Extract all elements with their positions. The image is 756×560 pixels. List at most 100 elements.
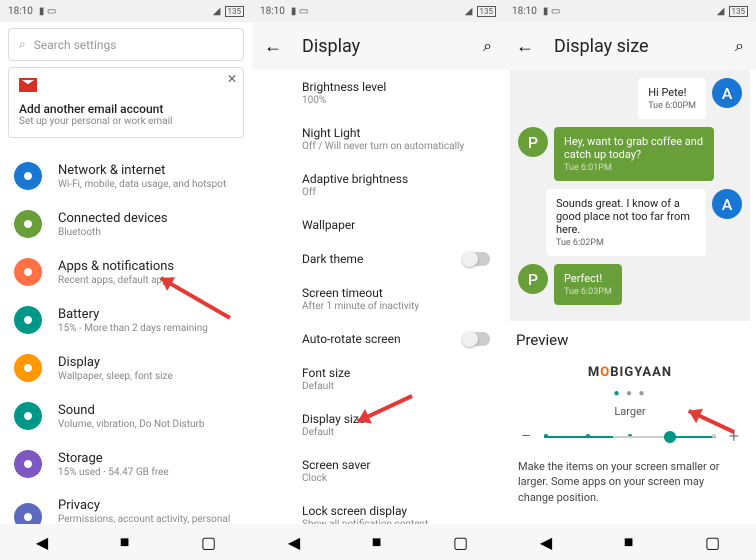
display-size-screen: 18:10▮ ▭ ◢135 ← Display size ⌕ AHi Pete!… bbox=[504, 0, 756, 560]
item-sub: Volume, vibration, Do Not Disturb bbox=[58, 419, 238, 430]
add-email-card[interactable]: ✕ Add another email account Set up your … bbox=[8, 67, 244, 138]
item-title: Connected devices bbox=[58, 211, 238, 226]
notif-icon: ▮ ▭ bbox=[543, 6, 560, 17]
nav-bar: ◀ ■ ▢ bbox=[252, 524, 504, 560]
settings-item-battery[interactable]: Battery15% - More than 2 days remaining bbox=[0, 296, 252, 344]
message-bubble: Perfect!Tue 6:03PM bbox=[554, 264, 622, 305]
watermark: MOBIGYAAN bbox=[504, 359, 756, 386]
search-icon[interactable]: ⌕ bbox=[483, 36, 492, 56]
chat-message: AHi Pete!Tue 6:00PM bbox=[518, 78, 742, 119]
message-time: Tue 6:00PM bbox=[648, 101, 696, 111]
item-title: Adaptive brightness bbox=[302, 172, 490, 186]
status-bar: 18:10▮ ▭ ◢135 bbox=[252, 0, 504, 22]
close-icon[interactable]: ✕ bbox=[227, 72, 237, 86]
back-icon[interactable]: ← bbox=[516, 36, 534, 57]
slider-label: Larger bbox=[504, 401, 756, 422]
search-icon: ⌕ bbox=[19, 37, 26, 52]
recent-nav-icon[interactable]: ▢ bbox=[705, 533, 720, 552]
item-title: Screen saver bbox=[302, 458, 490, 472]
notif-icon: ▮ ▭ bbox=[39, 6, 56, 17]
display-item-brightness-level[interactable]: Brightness level100% bbox=[302, 70, 504, 116]
home-nav-icon[interactable]: ■ bbox=[120, 532, 130, 552]
display-list: Brightness level100%Night LightOff / Wil… bbox=[252, 70, 504, 560]
item-title: Lock screen display bbox=[302, 504, 490, 518]
settings-item-display[interactable]: DisplayWallpaper, sleep, font size bbox=[0, 344, 252, 392]
settings-item-sound[interactable]: SoundVolume, vibration, Do Not Disturb bbox=[0, 392, 252, 440]
back-nav-icon[interactable]: ◀ bbox=[288, 533, 300, 552]
home-nav-icon[interactable]: ■ bbox=[624, 532, 634, 552]
recent-nav-icon[interactable]: ▢ bbox=[201, 533, 216, 552]
settings-icon bbox=[14, 354, 42, 382]
app-bar: ← Display size ⌕ bbox=[504, 22, 756, 70]
message-time: Tue 6:01PM bbox=[564, 163, 704, 173]
slider-thumb[interactable] bbox=[664, 431, 676, 443]
item-sub: Recent apps, default apps bbox=[58, 275, 238, 286]
settings-item-network-internet[interactable]: Network & internetWi-Fi, mobile, data us… bbox=[0, 152, 252, 200]
status-time: 18:10 bbox=[8, 6, 33, 17]
preview-label: Preview bbox=[504, 321, 756, 359]
home-nav-icon[interactable]: ■ bbox=[372, 532, 382, 552]
message-bubble: Hi Pete!Tue 6:00PM bbox=[638, 78, 706, 119]
item-sub: Off / Will never turn on automatically bbox=[302, 141, 490, 152]
app-bar: ← Display ⌕ bbox=[252, 22, 504, 70]
email-card-sub: Set up your personal or work email bbox=[19, 116, 233, 127]
toggle-switch[interactable] bbox=[462, 332, 490, 346]
settings-icon bbox=[14, 402, 42, 430]
item-sub: Wi-Fi, mobile, data usage, and hotspot bbox=[58, 179, 238, 190]
size-slider[interactable] bbox=[544, 436, 716, 438]
battery-icon: 135 bbox=[729, 6, 749, 17]
item-sub: Off bbox=[302, 187, 490, 198]
display-item-screen-saver[interactable]: Screen saverClock bbox=[302, 448, 504, 494]
message-time: Tue 6:03PM bbox=[564, 287, 612, 297]
recent-nav-icon[interactable]: ▢ bbox=[453, 533, 468, 552]
gmail-icon bbox=[19, 78, 37, 92]
avatar: A bbox=[712, 189, 742, 219]
item-sub: Clock bbox=[302, 473, 490, 484]
battery-icon: 135 bbox=[225, 6, 245, 17]
display-item-wallpaper[interactable]: Wallpaper bbox=[302, 208, 504, 242]
wifi-icon: ◢ bbox=[717, 6, 725, 17]
chat-message: PHey, want to grab coffee and catch up t… bbox=[518, 127, 742, 181]
item-title: Sound bbox=[58, 403, 238, 418]
settings-item-storage[interactable]: Storage15% used · 54.47 GB free bbox=[0, 440, 252, 488]
notif-icon: ▮ ▭ bbox=[291, 6, 308, 17]
message-bubble: Sounds great. I know of a good place not… bbox=[546, 189, 706, 256]
nav-bar: ◀ ■ ▢ bbox=[0, 524, 252, 560]
page-title: Display bbox=[302, 36, 463, 57]
wifi-icon: ◢ bbox=[465, 6, 473, 17]
display-item-dark-theme[interactable]: Dark theme bbox=[302, 242, 504, 276]
settings-icon bbox=[14, 306, 42, 334]
item-title: Brightness level bbox=[302, 80, 490, 94]
display-settings-screen: 18:10▮ ▭ ◢135 ← Display ⌕ Brightness lev… bbox=[252, 0, 504, 560]
settings-main-screen: 18:10 ▮ ▭ ◢ 135 ⌕ Search settings ✕ Add an… bbox=[0, 0, 252, 560]
search-icon[interactable]: ⌕ bbox=[735, 36, 744, 56]
avatar: P bbox=[518, 264, 548, 294]
back-nav-icon[interactable]: ◀ bbox=[36, 533, 48, 552]
decrease-button[interactable]: − bbox=[518, 426, 534, 447]
display-item-adaptive-brightness[interactable]: Adaptive brightnessOff bbox=[302, 162, 504, 208]
settings-item-apps-notifications[interactable]: Apps & notificationsRecent apps, default… bbox=[0, 248, 252, 296]
message-time: Tue 6:02PM bbox=[556, 238, 696, 248]
back-nav-icon[interactable]: ◀ bbox=[540, 533, 552, 552]
display-item-auto-rotate-screen[interactable]: Auto-rotate screen bbox=[302, 322, 504, 356]
item-title: Apps & notifications bbox=[58, 259, 238, 274]
display-item-display-size[interactable]: Display sizeDefault bbox=[302, 402, 504, 448]
status-time: 18:10 bbox=[512, 6, 537, 17]
item-sub: Wallpaper, sleep, font size bbox=[58, 371, 238, 382]
back-icon[interactable]: ← bbox=[264, 36, 282, 57]
display-item-screen-timeout[interactable]: Screen timeoutAfter 1 minute of inactivi… bbox=[302, 276, 504, 322]
search-settings-input[interactable]: ⌕ Search settings bbox=[8, 28, 244, 61]
display-item-night-light[interactable]: Night LightOff / Will never turn on auto… bbox=[302, 116, 504, 162]
avatar: A bbox=[712, 78, 742, 108]
toggle-switch[interactable] bbox=[462, 252, 490, 266]
settings-item-connected-devices[interactable]: Connected devicesBluetooth bbox=[0, 200, 252, 248]
item-title: Font size bbox=[302, 366, 490, 380]
wifi-icon: ◢ bbox=[213, 6, 221, 17]
item-sub: 15% - More than 2 days remaining bbox=[58, 323, 238, 334]
display-item-font-size[interactable]: Font sizeDefault bbox=[302, 356, 504, 402]
item-title: Display bbox=[58, 355, 238, 370]
item-title: Wallpaper bbox=[302, 218, 490, 232]
battery-icon: 135 bbox=[477, 6, 497, 17]
search-placeholder: Search settings bbox=[34, 38, 117, 52]
item-title: Night Light bbox=[302, 126, 490, 140]
